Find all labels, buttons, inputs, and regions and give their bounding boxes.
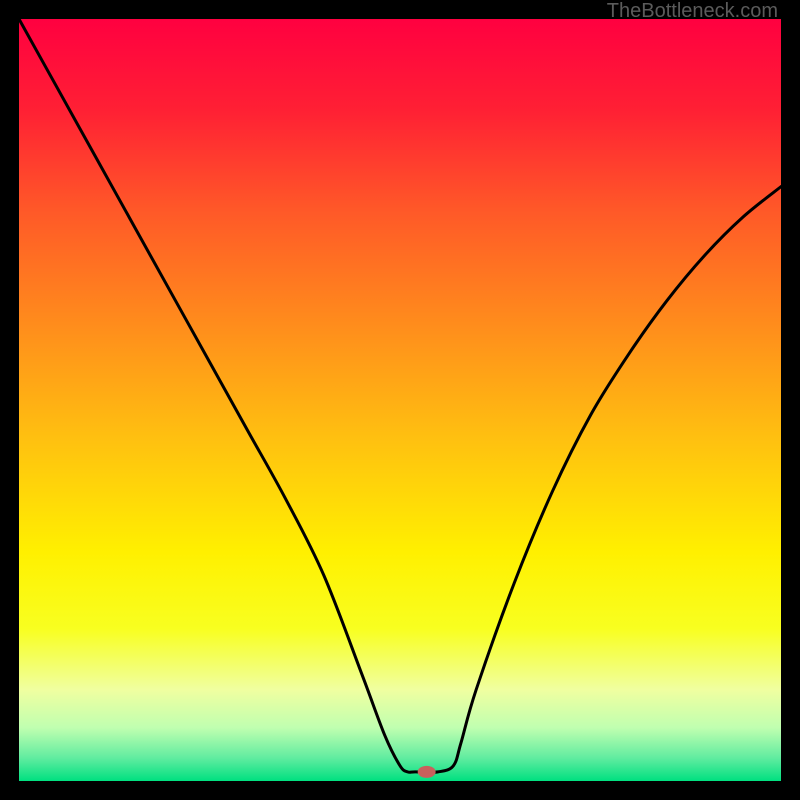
chart-background	[19, 19, 781, 781]
min-bottleneck-marker	[418, 766, 436, 778]
chart-frame: TheBottleneck.com	[0, 0, 800, 800]
watermark-text: TheBottleneck.com	[607, 0, 778, 23]
bottleneck-chart	[19, 19, 781, 781]
